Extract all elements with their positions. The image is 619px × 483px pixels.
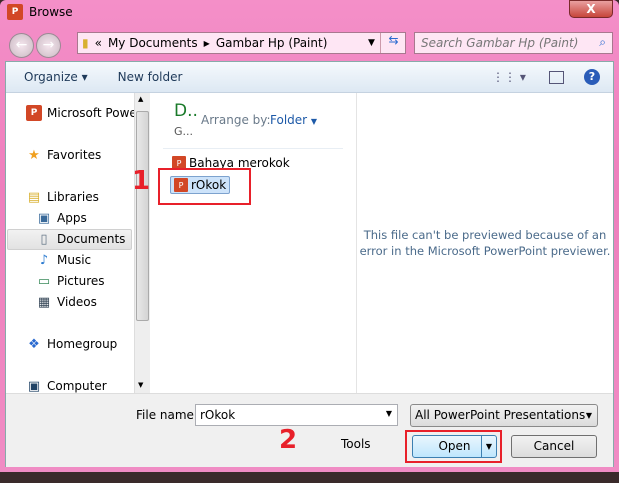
nav-item-libraries[interactable]: ▤ Libraries	[26, 189, 99, 205]
music-icon: ♪	[39, 252, 49, 268]
file-type-value: All PowerPoint Presentations	[415, 408, 586, 422]
nav-item-favorites[interactable]: ★ Favorites	[26, 147, 101, 163]
nav-label: Videos	[57, 295, 97, 309]
close-button[interactable]: X	[569, 0, 613, 18]
nav-label: Computer	[47, 379, 107, 393]
view-options-icon[interactable]: ⋮⋮ ▾	[492, 70, 526, 84]
new-folder-button[interactable]: New folder	[118, 70, 183, 84]
forward-button[interactable]: →	[36, 33, 61, 58]
back-button[interactable]: ←	[9, 33, 34, 58]
file-name-input[interactable]: rOkok ▼	[195, 404, 398, 426]
nav-item-powerpoint[interactable]: P Microsoft PowerPoint	[26, 105, 134, 121]
nav-item-homegroup[interactable]: ❖ Homegroup	[26, 336, 117, 352]
annotation-box-1	[158, 168, 251, 205]
chevron-down-icon: ▼	[585, 411, 592, 420]
chevron-right-icon[interactable]: ▶	[204, 39, 210, 48]
scroll-up-icon[interactable]: ▲	[138, 95, 143, 103]
nav-label: Pictures	[57, 274, 105, 288]
arrange-by-label: Arrange by:	[201, 113, 271, 127]
toolbar: Organize ▾ New folder ⋮⋮ ▾ ?	[6, 62, 613, 93]
arrange-value: Folder	[270, 113, 308, 127]
search-input[interactable]: Search Gambar Hp (Paint) ⌕	[414, 32, 613, 54]
annotation-number-1: 1	[132, 166, 151, 196]
nav-label: Documents	[57, 232, 126, 246]
star-icon: ★	[28, 147, 40, 163]
file-type-select[interactable]: All PowerPoint Presentations ▼	[410, 404, 598, 427]
nav-item-computer[interactable]: ▣ Computer	[26, 378, 107, 394]
annotation-box-2	[405, 430, 502, 463]
help-icon[interactable]: ?	[584, 69, 600, 85]
nav-scrollbar[interactable]: ▲ ▼	[134, 93, 150, 393]
divider	[163, 148, 343, 149]
tools-button[interactable]: Tools	[341, 437, 371, 451]
documents-icon: ▯	[40, 231, 48, 247]
title-bar: P Browse	[7, 4, 73, 20]
annotation-number-2: 2	[279, 425, 298, 455]
nav-label: Music	[57, 253, 92, 267]
computer-icon: ▣	[27, 378, 41, 394]
file-name-value: rOkok	[200, 408, 236, 422]
address-bar[interactable]: ▮ « My Documents ▶ Gambar Hp (Paint) ▼ ⇆	[77, 32, 406, 54]
videos-icon: ▦	[37, 294, 51, 310]
nav-label: Microsoft PowerPoint	[47, 106, 134, 120]
search-icon[interactable]: ⌕	[599, 35, 606, 50]
powerpoint-icon: P	[26, 105, 42, 121]
file-list: D.. G... Arrange by: Folder ▼ P Bahaya me…	[151, 93, 356, 393]
apps-icon: ▣	[37, 210, 51, 226]
navigation-pane: P Microsoft PowerPoint ★ Favorites ▤ Librar…	[6, 93, 134, 393]
chevron-down-icon[interactable]: ▼	[368, 38, 375, 48]
homegroup-icon: ❖	[28, 336, 40, 352]
libraries-icon: ▤	[27, 189, 41, 205]
nav-label: Libraries	[47, 190, 99, 204]
window-title: Browse	[29, 5, 73, 19]
powerpoint-icon: P	[7, 4, 23, 20]
refresh-icon[interactable]: ⇆	[380, 33, 406, 53]
preview-message: This file can't be previewed because of …	[359, 228, 611, 258]
arrange-by-dropdown[interactable]: Folder ▼	[270, 113, 317, 127]
address-overflow[interactable]: «	[95, 36, 102, 50]
preview-pane-icon[interactable]	[549, 70, 564, 84]
nav-label: Favorites	[47, 148, 102, 162]
chevron-down-icon: ▼	[310, 117, 318, 126]
bottom-panel: File name: rOkok ▼ All PowerPoint Present…	[6, 393, 613, 467]
library-title: D..	[174, 101, 198, 121]
preview-pane: This file can't be previewed because of …	[356, 93, 613, 393]
pictures-icon: ▭	[37, 273, 51, 289]
breadcrumb-gambar-hp[interactable]: Gambar Hp (Paint)	[216, 36, 328, 50]
nav-item-documents[interactable]: ▯ Documents	[36, 231, 125, 247]
nav-label: Homegroup	[47, 337, 118, 351]
scrollbar-thumb[interactable]	[136, 111, 149, 321]
cancel-button[interactable]: Cancel	[511, 435, 597, 458]
nav-item-music[interactable]: ♪ Music	[36, 252, 91, 268]
nav-item-apps[interactable]: ▣ Apps	[36, 210, 87, 226]
file-name-label: File name:	[136, 408, 198, 422]
library-subtitle: G...	[174, 125, 194, 138]
breadcrumb-my-documents[interactable]: My Documents	[108, 36, 198, 50]
nav-item-videos[interactable]: ▦ Videos	[36, 294, 97, 310]
dialog-body: Organize ▾ New folder ⋮⋮ ▾ ? P Microsoft …	[5, 61, 614, 467]
folder-icon: ▮	[82, 36, 89, 50]
nav-label: Apps	[57, 211, 87, 225]
scroll-down-icon[interactable]: ▼	[138, 381, 143, 389]
dialog-frame: P Browse X ← → ▮ « My Documents ▶ Gambar…	[0, 0, 619, 472]
nav-item-pictures[interactable]: ▭ Pictures	[36, 273, 105, 289]
chevron-down-icon[interactable]: ▼	[386, 409, 392, 418]
organize-button[interactable]: Organize ▾	[24, 70, 88, 84]
search-placeholder: Search Gambar Hp (Paint)	[421, 36, 579, 50]
